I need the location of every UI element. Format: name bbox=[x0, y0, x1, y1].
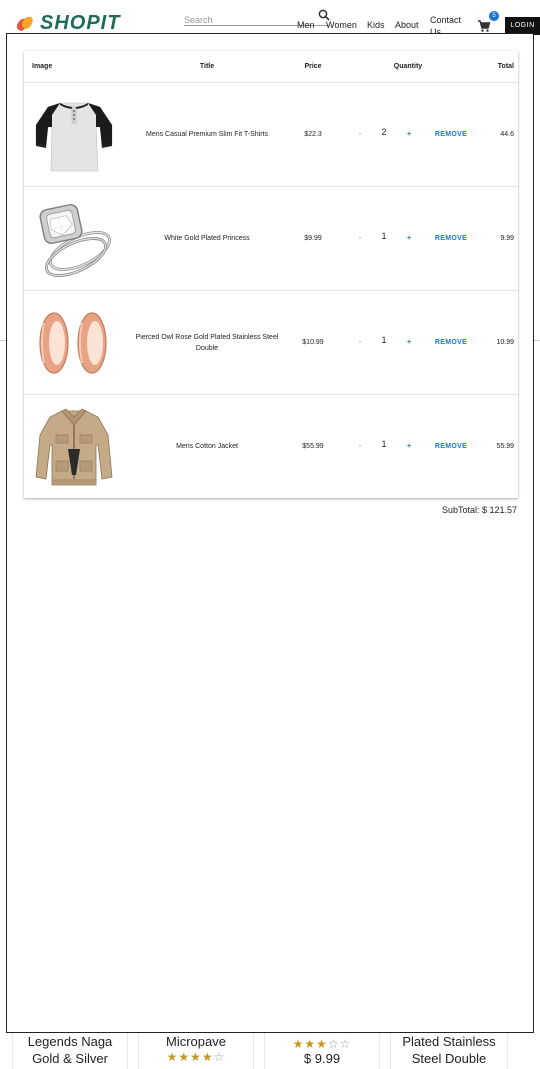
table-header: Image Title Price Quantity Total bbox=[24, 51, 518, 83]
table-row: Mens Casual Premium Slim Fit T-Shirts $2… bbox=[24, 83, 518, 187]
product-card[interactable]: Micropave ★★★★☆ bbox=[138, 1033, 254, 1069]
cart-icon[interactable] bbox=[477, 19, 491, 33]
divider bbox=[534, 340, 540, 341]
rating-stars: ★★★★☆ bbox=[166, 1050, 226, 1064]
column-header-quantity: Quantity bbox=[393, 63, 423, 70]
nav-women[interactable]: Women bbox=[326, 20, 357, 30]
logo[interactable]: SHOPIT bbox=[15, 12, 121, 35]
product-title: Mens Casual Premium Slim Fit T-Shirts bbox=[145, 131, 268, 138]
search-input[interactable] bbox=[184, 15, 304, 25]
quantity-value: 2 bbox=[381, 127, 387, 137]
quantity-value: 1 bbox=[381, 231, 387, 241]
rose-gold-earrings-image bbox=[39, 311, 107, 374]
remove-button[interactable]: REMOVE bbox=[428, 83, 474, 186]
column-header-price: Price bbox=[304, 63, 322, 70]
decrease-quantity-button[interactable]: - bbox=[354, 187, 366, 290]
table-row: Mens Cotton Jacket $55.99 - 1 + REMOVE 5… bbox=[24, 395, 518, 498]
cart-subtotal: SubTotal: $ 121.57 bbox=[441, 505, 517, 515]
product-price: $ 9.99 bbox=[303, 1051, 341, 1066]
quantity-value: 1 bbox=[381, 335, 387, 345]
line-total: 44.6 bbox=[500, 131, 514, 138]
line-total: 9.99 bbox=[500, 235, 514, 242]
increase-quantity-button[interactable]: + bbox=[403, 187, 415, 290]
product-title-line: Plated Stainless bbox=[402, 1034, 496, 1049]
product-price: $9.99 bbox=[304, 235, 322, 242]
product-title: White Gold Plated Princess bbox=[164, 235, 250, 242]
cart-table: Image Title Price Quantity Total Mens Ca… bbox=[24, 51, 518, 498]
remove-button[interactable]: REMOVE bbox=[428, 395, 474, 498]
increase-quantity-button[interactable]: + bbox=[403, 291, 415, 394]
nav-about[interactable]: About bbox=[395, 20, 419, 30]
column-header-title: Title bbox=[199, 63, 215, 70]
cart-modal: Image Title Price Quantity Total Mens Ca… bbox=[6, 33, 534, 1033]
product-title-line: Steel Double bbox=[411, 1051, 487, 1066]
increase-quantity-button[interactable]: + bbox=[403, 395, 415, 498]
column-header-image: Image bbox=[32, 63, 53, 70]
rating-stars: ★★★☆☆ bbox=[292, 1037, 352, 1051]
product-title-line: Micropave bbox=[166, 1034, 226, 1049]
cart-count-badge: 5 bbox=[489, 11, 499, 21]
product-price: $22.3 bbox=[304, 131, 322, 138]
remove-button[interactable]: REMOVE bbox=[428, 291, 474, 394]
table-row: White Gold Plated Princess $9.99 - 1 + R… bbox=[24, 187, 518, 291]
column-header-total: Total bbox=[497, 63, 514, 70]
decrease-quantity-button[interactable]: - bbox=[354, 291, 366, 394]
logo-text: SHOPIT bbox=[40, 12, 121, 34]
product-card[interactable]: Plated Stainless Steel Double bbox=[390, 1033, 508, 1069]
product-title-line: Legends Naga bbox=[27, 1034, 113, 1049]
product-card[interactable]: Legends Naga Gold & Silver bbox=[12, 1033, 128, 1069]
product-title: Mens Cotton Jacket bbox=[176, 443, 238, 450]
nav-kids[interactable]: Kids bbox=[367, 20, 385, 30]
quantity-value: 1 bbox=[381, 439, 387, 449]
line-total: 10.99 bbox=[496, 339, 514, 346]
nav-men[interactable]: Men bbox=[297, 20, 315, 30]
decrease-quantity-button[interactable]: - bbox=[354, 395, 366, 498]
product-price: $10.99 bbox=[302, 339, 324, 346]
increase-quantity-button[interactable]: + bbox=[403, 83, 415, 186]
product-price: $55.99 bbox=[302, 443, 324, 450]
decrease-quantity-button[interactable]: - bbox=[354, 83, 366, 186]
ring-image bbox=[39, 203, 112, 277]
product-title: Pierced Owl Rose Gold Plated Stainless S… bbox=[135, 333, 279, 352]
product-card[interactable]: ★★★☆☆ $ 9.99 bbox=[264, 1033, 380, 1069]
product-title-line: Gold & Silver bbox=[32, 1051, 108, 1066]
logo-icon bbox=[15, 14, 35, 32]
line-total: 55.99 bbox=[496, 443, 514, 450]
remove-button[interactable]: REMOVE bbox=[428, 187, 474, 290]
jacket-image bbox=[35, 408, 113, 485]
tshirt-image bbox=[35, 102, 113, 171]
table-row: Pierced Owl Rose Gold Plated Stainless S… bbox=[24, 291, 518, 395]
